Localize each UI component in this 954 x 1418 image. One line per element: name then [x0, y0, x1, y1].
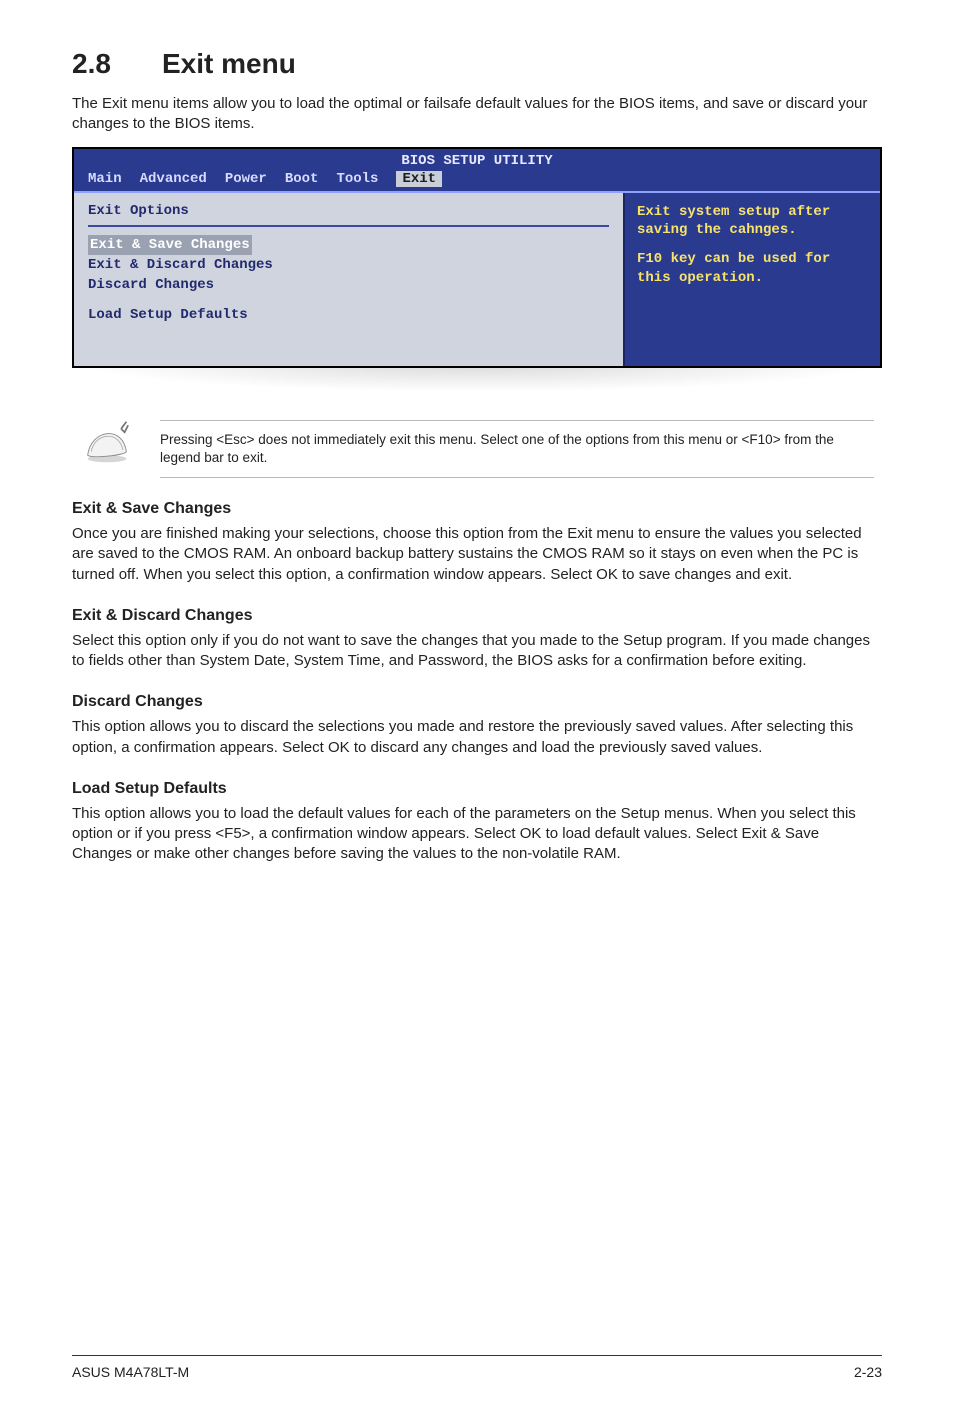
bios-item-discard: Discard Changes [88, 275, 609, 295]
note-icon [80, 420, 134, 464]
bios-body: Exit Options Exit & Save Changes Exit & … [74, 191, 880, 366]
section-paragraph: Once you are finished making your select… [72, 524, 882, 585]
section-paragraph: This option allows you to discard the se… [72, 717, 882, 758]
page-footer: ASUS M4A78LT-M 2-23 [72, 1355, 882, 1380]
footer-left: ASUS M4A78LT-M [72, 1364, 189, 1380]
bios-item-row: Exit & Save Changes [88, 235, 609, 255]
bios-options-header: Exit Options [88, 203, 609, 219]
footer-right: 2-23 [854, 1364, 882, 1380]
bios-tab-boot: Boot [285, 171, 319, 187]
bios-title: BIOS SETUP UTILITY [74, 149, 880, 169]
bios-tab-main: Main [88, 171, 122, 187]
spacer [637, 240, 868, 250]
bios-help-line-1: Exit system setup after saving the cahng… [637, 203, 868, 241]
bios-tab-advanced: Advanced [140, 171, 207, 187]
bios-tab-power: Power [225, 171, 267, 187]
bios-item-exit-save: Exit & Save Changes [88, 235, 252, 255]
section-paragraph: This option allows you to load the defau… [72, 804, 882, 865]
section-heading: Exit & Discard Changes [72, 607, 882, 625]
bios-right-pane: Exit system setup after saving the cahng… [625, 193, 880, 366]
section-heading: Load Setup Defaults [72, 780, 882, 798]
bios-tab-tools: Tools [336, 171, 378, 187]
bios-screenshot: BIOS SETUP UTILITY Main Advanced Power B… [72, 147, 882, 368]
note-text: Pressing <Esc> does not immediately exit… [160, 420, 874, 478]
bios-left-pane: Exit Options Exit & Save Changes Exit & … [74, 193, 625, 366]
note-block: Pressing <Esc> does not immediately exit… [72, 420, 882, 478]
bios-tab-exit: Exit [396, 171, 442, 187]
spacer [88, 295, 609, 305]
bios-tab-bar: Main Advanced Power Boot Tools Exit [74, 169, 880, 191]
section-paragraph: Select this option only if you do not wa… [72, 631, 882, 672]
page-title: 2.8Exit menu [72, 48, 882, 80]
section-heading: Exit & Save Changes [72, 500, 882, 518]
section-number: 2.8 [72, 48, 162, 80]
section-heading: Discard Changes [72, 693, 882, 711]
section-title: Exit menu [162, 48, 296, 79]
bios-item-load-defaults: Load Setup Defaults [88, 305, 609, 325]
bios-item-exit-discard: Exit & Discard Changes [88, 255, 609, 275]
intro-paragraph: The Exit menu items allow you to load th… [72, 94, 882, 135]
bios-help-line-2: F10 key can be used for this operation. [637, 250, 868, 288]
bios-divider [88, 225, 609, 227]
bios-fade [72, 366, 882, 392]
